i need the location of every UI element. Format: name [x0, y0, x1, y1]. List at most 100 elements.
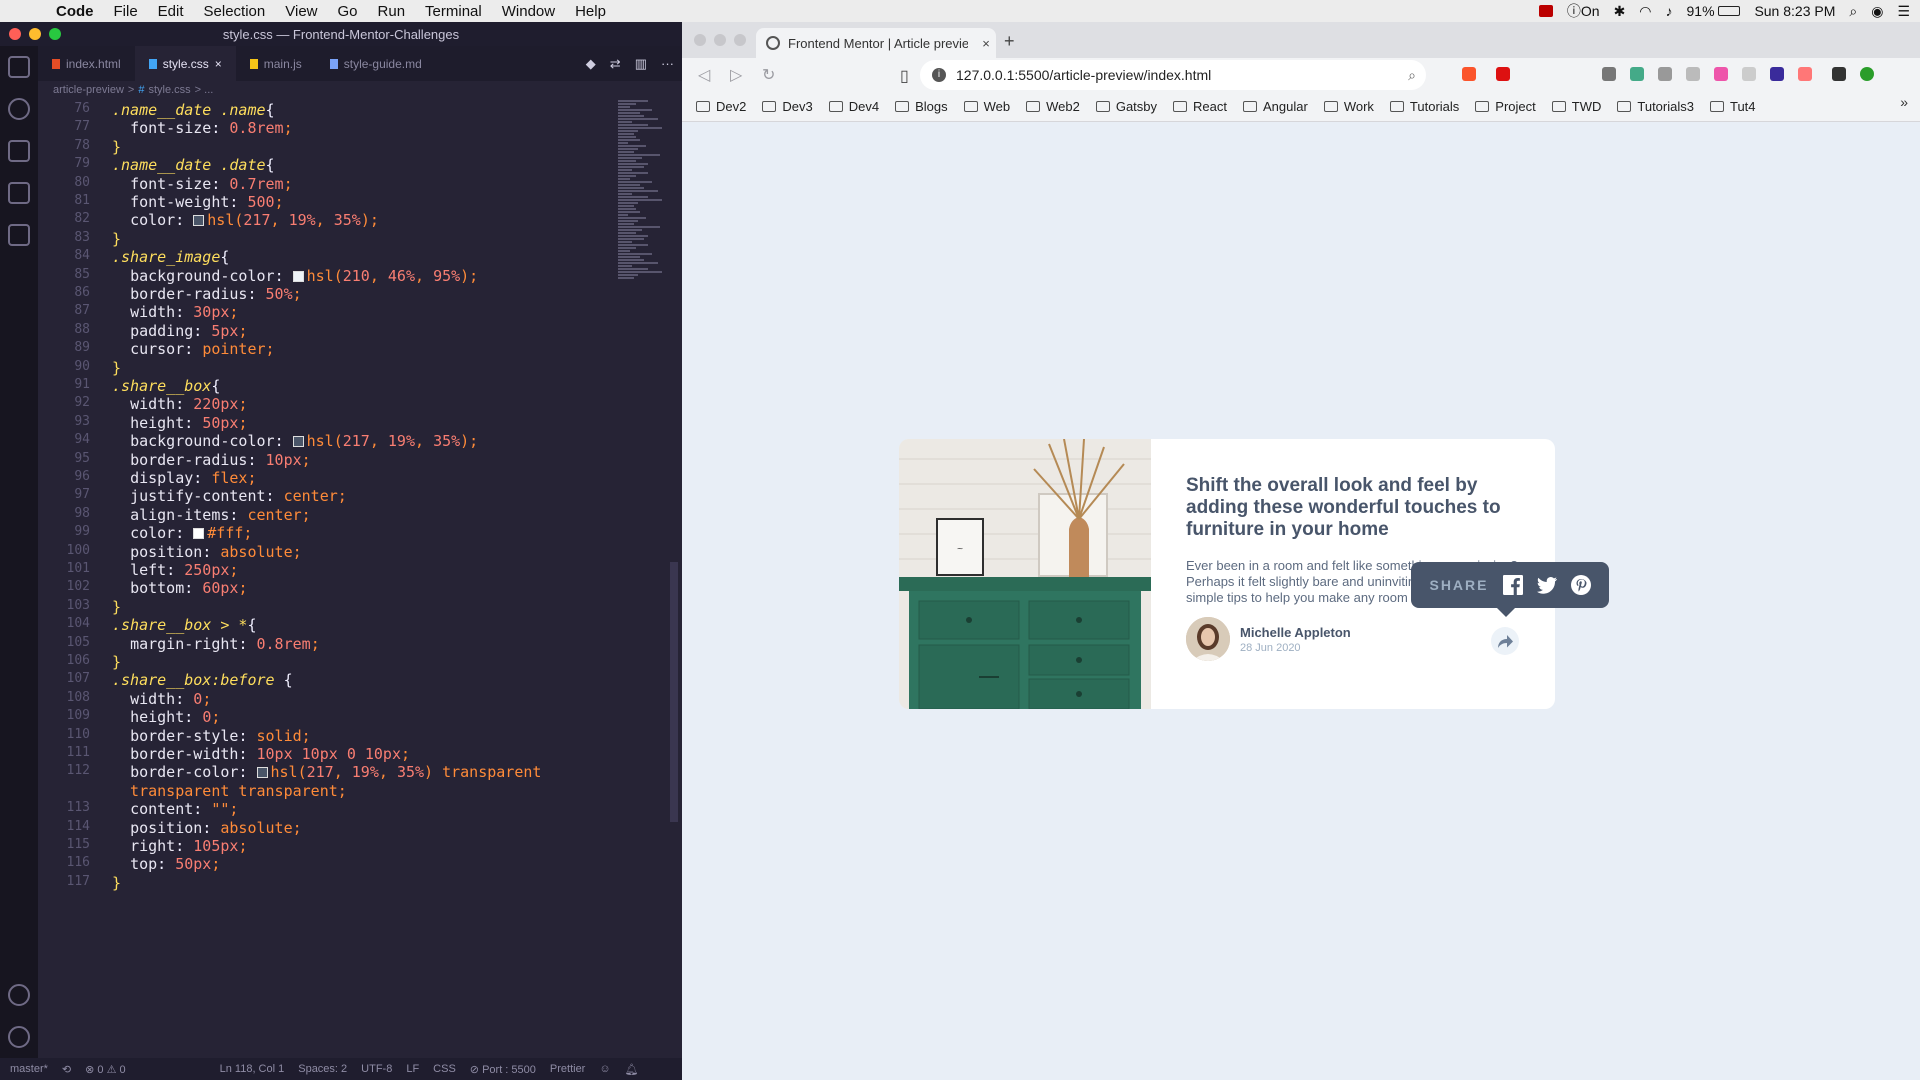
close-tab-icon[interactable]: × — [976, 36, 996, 51]
bluetooth-icon[interactable]: ✱ — [1614, 3, 1626, 20]
tab-style-guide-md[interactable]: style-guide.md — [316, 46, 436, 81]
feedback-icon[interactable]: ☺ — [599, 1063, 610, 1075]
minimize-window-button[interactable] — [714, 34, 726, 46]
run-debug-icon[interactable] — [8, 182, 30, 204]
bookmark-folder[interactable]: Blogs — [895, 99, 948, 114]
breadcrumb-folder[interactable]: article-preview — [53, 84, 124, 96]
menu-edit[interactable]: Edit — [158, 3, 184, 20]
bookmark-folder[interactable]: Web2 — [1026, 99, 1080, 114]
close-window-button[interactable] — [9, 28, 21, 40]
menu-view[interactable]: View — [285, 3, 317, 20]
bookmark-folder[interactable]: Dev3 — [762, 99, 813, 114]
control-center-icon[interactable]: ☰ — [1897, 3, 1910, 20]
bookmark-folder[interactable]: Work — [1323, 99, 1374, 114]
profile-icon[interactable] — [1860, 67, 1874, 81]
compare-changes-icon[interactable]: ⇄ — [610, 56, 621, 72]
site-info-icon[interactable]: i — [932, 68, 946, 82]
siri-icon[interactable]: ◉ — [1871, 3, 1883, 20]
screen-record-icon[interactable] — [1538, 5, 1553, 17]
bookmark-folder[interactable]: Angular — [1243, 99, 1308, 114]
forward-button[interactable]: ▷ — [730, 65, 746, 85]
code-editor[interactable]: 76 .name__date .name{77 font-size: 0.8rem… — [38, 99, 618, 1058]
zoom-window-button[interactable] — [49, 28, 61, 40]
extensions-icon[interactable] — [8, 224, 30, 246]
source-control-icon[interactable] — [8, 140, 30, 162]
zoom-window-button[interactable] — [734, 34, 746, 46]
prettier-status[interactable]: Prettier — [550, 1063, 585, 1075]
address-bar[interactable]: i 127.0.0.1:5500/article-preview/index.h… — [920, 60, 1426, 90]
cursor-position[interactable]: Ln 118, Col 1 — [220, 1063, 285, 1075]
line-ending[interactable]: LF — [406, 1063, 419, 1075]
breadcrumb-more[interactable]: > ... — [195, 84, 214, 96]
bookmark-icon[interactable]: ▯ — [900, 66, 909, 86]
more-actions-icon[interactable]: ··· — [661, 56, 674, 71]
volume-icon[interactable]: ♪ — [1666, 3, 1673, 19]
close-tab-icon[interactable]: × — [215, 57, 222, 71]
twitter-icon[interactable] — [1536, 576, 1557, 594]
problems-count[interactable]: ⊗ 0 ⚠ 0 — [85, 1063, 125, 1076]
menu-help[interactable]: Help — [575, 3, 606, 20]
settings-gear-icon[interactable] — [8, 1026, 30, 1048]
pinterest-icon[interactable] — [1570, 575, 1591, 595]
bookmark-folder[interactable]: TWD — [1551, 99, 1601, 114]
clock[interactable]: Sun 8:23 PM — [1754, 3, 1835, 19]
notifications-icon[interactable]: 🔔︎ — [625, 1063, 639, 1076]
battery-status[interactable]: 91% — [1687, 3, 1741, 19]
menu-run[interactable]: Run — [378, 3, 406, 20]
explorer-icon[interactable] — [8, 56, 30, 78]
bookmarks-overflow-button[interactable]: » — [1900, 94, 1908, 110]
git-lens-icon[interactable]: ◆ — [586, 56, 596, 72]
extension-icon[interactable] — [1798, 67, 1812, 81]
language-mode[interactable]: CSS — [433, 1063, 456, 1075]
menu-selection[interactable]: Selection — [204, 3, 266, 20]
menu-window[interactable]: Window — [502, 3, 555, 20]
bookmark-folder[interactable]: Web — [963, 99, 1010, 114]
facebook-icon[interactable] — [1502, 575, 1523, 595]
vpn-status[interactable]: ⓘOn — [1567, 1, 1600, 21]
reload-button[interactable]: ↻ — [762, 65, 778, 85]
back-button[interactable]: ◁ — [698, 65, 714, 85]
zoom-icon[interactable]: ⌕ — [1408, 67, 1416, 84]
bookmark-folder[interactable]: React — [1173, 99, 1227, 114]
editor-scrollbar[interactable] — [670, 562, 678, 822]
encoding[interactable]: UTF-8 — [361, 1063, 392, 1075]
minimap[interactable] — [618, 99, 670, 359]
bookmark-folder[interactable]: Tut4 — [1709, 99, 1756, 114]
menu-go[interactable]: Go — [338, 3, 358, 20]
bookmark-folder[interactable]: Tutorials — [1389, 99, 1459, 114]
extension-icon[interactable] — [1770, 67, 1784, 81]
bookmark-folder[interactable]: Dev4 — [828, 99, 879, 114]
split-editor-icon[interactable]: ▥ — [635, 56, 647, 72]
share-button[interactable] — [1491, 627, 1519, 655]
bookmark-folder[interactable]: Dev2 — [696, 99, 746, 114]
extension-icon[interactable] — [1658, 67, 1672, 81]
extension-icon[interactable] — [1630, 67, 1644, 81]
menu-app-name[interactable]: Code — [56, 3, 94, 20]
extension-icon[interactable] — [1602, 67, 1616, 81]
tab-main-js[interactable]: main.js — [236, 46, 316, 81]
new-tab-button[interactable]: + — [1004, 31, 1015, 52]
bookmark-folder[interactable]: Tutorials3 — [1617, 99, 1694, 114]
sync-icon[interactable]: ⟲ — [62, 1063, 71, 1076]
spotlight-search-icon[interactable]: ⌕ — [1849, 3, 1857, 20]
indentation[interactable]: Spaces: 2 — [298, 1063, 347, 1075]
brave-rewards-icon[interactable] — [1496, 67, 1510, 81]
tab-index-html[interactable]: index.html — [38, 46, 135, 81]
extension-icon[interactable] — [1742, 67, 1756, 81]
extension-icon[interactable] — [1714, 67, 1728, 81]
git-branch[interactable]: master* — [10, 1063, 48, 1075]
close-window-button[interactable] — [694, 34, 706, 46]
extensions-puzzle-icon[interactable] — [1832, 67, 1846, 81]
extension-icon[interactable] — [1686, 67, 1700, 81]
live-server-port[interactable]: ⊘ Port : 5500 — [470, 1063, 536, 1076]
bookmark-folder[interactable]: Project — [1475, 99, 1536, 114]
wifi-icon[interactable]: ◠ — [1639, 3, 1651, 20]
account-icon[interactable] — [8, 984, 30, 1006]
menu-file[interactable]: File — [114, 3, 138, 20]
breadcrumb-file[interactable]: style.css — [148, 84, 190, 96]
search-icon[interactable] — [8, 98, 30, 120]
brave-shields-icon[interactable] — [1462, 67, 1476, 81]
minimize-window-button[interactable] — [29, 28, 41, 40]
menu-terminal[interactable]: Terminal — [425, 3, 482, 20]
tab-style-css[interactable]: style.css × — [134, 46, 236, 81]
